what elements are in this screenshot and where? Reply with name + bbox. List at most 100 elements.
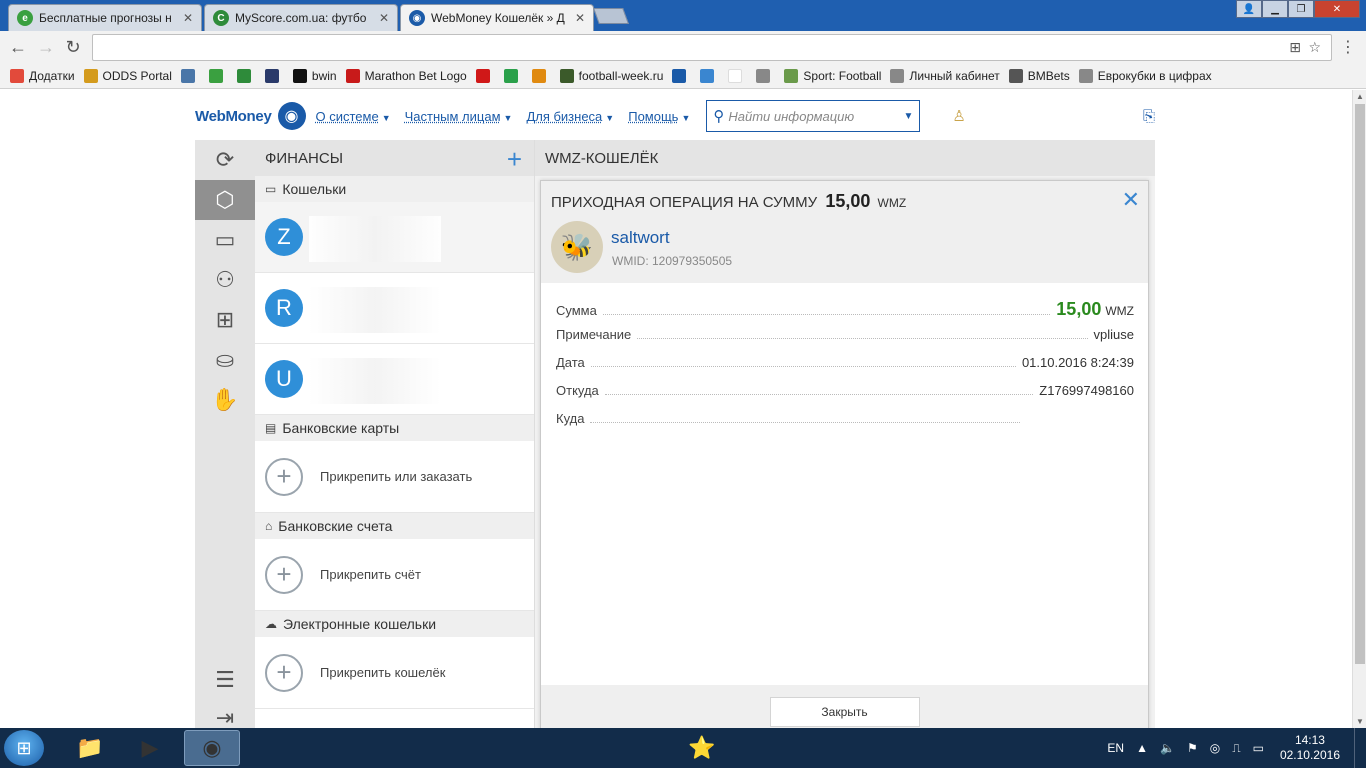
bookmark-item[interactable]: Sport: Football	[784, 68, 881, 83]
sidebar-wallet-icon[interactable]: ▭	[195, 220, 255, 260]
page-scrollbar[interactable]: ▲ ▼	[1352, 90, 1366, 728]
chrome-icon[interactable]: ◉	[184, 730, 240, 766]
sender-avatar: 🐝	[551, 221, 603, 273]
bookmark-item[interactable]: Личный кабинет	[890, 68, 1000, 83]
scrollbar-thumb[interactable]	[1355, 104, 1365, 664]
tray-expand-icon[interactable]: ▲	[1136, 741, 1148, 755]
scroll-down-icon[interactable]: ▼	[1356, 717, 1364, 726]
media-player-icon[interactable]: ▶	[122, 730, 178, 766]
bookmark-item[interactable]	[475, 68, 495, 83]
maximize-icon[interactable]: ❐	[1288, 0, 1314, 18]
close-icon[interactable]: ✕	[1122, 189, 1140, 211]
bookmark-item[interactable]: bwin	[292, 68, 337, 83]
bookmark-label: ODDS Portal	[102, 68, 172, 83]
detail-key: Дата	[556, 355, 585, 370]
translate-icon[interactable]: ⊞	[1289, 39, 1301, 56]
bookmark-item[interactable]	[700, 68, 719, 83]
browser-tab-1[interactable]: e Бесплатные прогнозы н ✕	[8, 4, 202, 31]
site-search-input[interactable]: ⚲ Найти информацию ▼	[706, 100, 921, 132]
attach-ewallet-button[interactable]: + Прикрепить кошелёк	[255, 637, 534, 709]
avast-icon[interactable]: ◎	[1210, 741, 1220, 755]
bookmark-item[interactable]	[531, 68, 551, 83]
webmoney-logo[interactable]: WebMoney	[195, 108, 272, 125]
search-dropdown-icon[interactable]: ▼	[903, 111, 913, 122]
close-button[interactable]: Закрыть	[769, 697, 920, 727]
wallet-redacted	[309, 216, 441, 262]
logout-icon[interactable]: ⎘	[1143, 108, 1155, 125]
bookmark-item[interactable]	[236, 68, 256, 83]
sidebar-finance-icon[interactable]: ⬡	[195, 180, 255, 220]
bookmark-item[interactable]	[208, 68, 228, 83]
bookmark-item[interactable]	[180, 68, 200, 83]
back-icon[interactable]: ←	[8, 37, 28, 58]
forward-icon[interactable]: →	[36, 37, 56, 58]
bookmark-item[interactable]	[503, 68, 523, 83]
bookmark-item[interactable]	[264, 68, 284, 83]
amount-currency: WMZ	[1105, 304, 1134, 318]
show-desktop-button[interactable]	[1354, 728, 1366, 768]
sender-name-link[interactable]: saltwort	[611, 228, 670, 248]
start-button[interactable]: ⊞	[4, 730, 44, 766]
reload-icon[interactable]: ↻	[63, 37, 83, 58]
attach-card-button[interactable]: + Прикрепить или заказать	[255, 441, 534, 513]
nav-business[interactable]: Для бизнеса ▼	[526, 109, 614, 124]
dotted-leader	[602, 305, 1051, 315]
explorer-icon[interactable]: 📁	[62, 730, 118, 766]
add-icon[interactable]: +	[507, 144, 522, 175]
clock[interactable]: 14:13 02.10.2016	[1280, 733, 1340, 763]
bookmark-item[interactable]: ODDS Portal	[83, 68, 172, 83]
bookmark-item[interactable]: football-week.ru	[559, 68, 663, 83]
wallet-u[interactable]: U	[255, 344, 534, 415]
nav-about[interactable]: О системе ▼	[316, 109, 391, 124]
tab-close-icon[interactable]: ✕	[379, 11, 389, 25]
dotted-leader	[604, 385, 1034, 395]
sidebar-settings-icon[interactable]: ☰	[195, 660, 255, 700]
nav-personal[interactable]: Частным лицам ▼	[405, 109, 513, 124]
bookmark-item[interactable]: Marathon Bet Logo	[345, 68, 467, 83]
nav-help[interactable]: Помощь ▼	[628, 109, 690, 124]
wallet-r[interactable]: R	[255, 273, 534, 344]
webmoney-keeper-icon[interactable]: ⭐	[674, 730, 730, 766]
operation-details: Сумма 15,00 WMZ Примечание vpliuse Дата 0…	[556, 299, 1134, 439]
device-icon[interactable]: ⎍	[1232, 741, 1240, 756]
bookmark-item[interactable]: Еврокубки в цифрах	[1078, 68, 1212, 83]
wallet-avatar: Z	[265, 218, 303, 256]
bookmark-item[interactable]	[672, 68, 691, 83]
user-icon[interactable]: 👤	[1236, 0, 1262, 18]
scroll-up-icon[interactable]: ▲	[1356, 92, 1364, 101]
browser-menu-icon[interactable]: ⋮	[1340, 37, 1356, 57]
wallet-z[interactable]: Z	[255, 202, 534, 273]
user-profile-icon[interactable]: ♙	[952, 107, 965, 125]
tab-close-icon[interactable]: ✕	[183, 11, 193, 25]
volume-icon[interactable]: 🔈	[1160, 741, 1175, 755]
bookmark-item[interactable]: Додатки	[10, 68, 75, 83]
bookmark-favicon-icon	[1078, 68, 1093, 83]
window-close-icon[interactable]: ✕	[1314, 0, 1360, 18]
bookmark-favicon-icon	[475, 68, 490, 83]
webmoney-page: WebMoney ◉ О системе ▼ Частным лицам ▼ Для…	[0, 90, 1352, 728]
group-label: Кошельки	[282, 181, 347, 197]
webmoney-globe-icon[interactable]: ◉	[277, 102, 306, 130]
sidebar-services-icon[interactable]: ⊞	[195, 300, 255, 340]
browser-tab-3[interactable]: ◉ WebMoney Кошелёк » Д ✕	[400, 4, 594, 31]
sidebar-contacts-icon[interactable]: ⚇	[195, 260, 255, 300]
network-icon[interactable]: ⚑	[1187, 741, 1198, 755]
minimize-icon[interactable]: ▁	[1262, 0, 1288, 18]
sidebar-refresh-icon[interactable]: ⟳	[195, 140, 255, 180]
browser-tab-2[interactable]: C MyScore.com.ua: футбо ✕	[204, 4, 398, 31]
sidebar-shop-icon[interactable]: ⛀	[195, 340, 255, 380]
detail-row-to: Куда	[556, 411, 1026, 439]
bookmark-item[interactable]: BMBets	[1008, 68, 1070, 83]
tab-close-icon[interactable]: ✕	[575, 11, 585, 25]
sidebar-exit-icon[interactable]: ⇥	[195, 698, 255, 728]
language-indicator[interactable]: EN	[1107, 741, 1124, 755]
group-label: Банковские счета	[278, 518, 393, 534]
bookmark-item[interactable]	[756, 68, 775, 83]
bookmark-item[interactable]	[728, 68, 747, 83]
attach-account-button[interactable]: + Прикрепить счёт	[255, 539, 534, 611]
new-tab-button[interactable]	[593, 8, 629, 24]
sidebar-credit-icon[interactable]: ✋	[195, 380, 255, 420]
display-icon[interactable]: ▭	[1253, 741, 1264, 755]
bookmark-star-icon[interactable]: ☆	[1308, 39, 1321, 56]
address-bar[interactable]: ⊞ ☆	[92, 34, 1332, 61]
